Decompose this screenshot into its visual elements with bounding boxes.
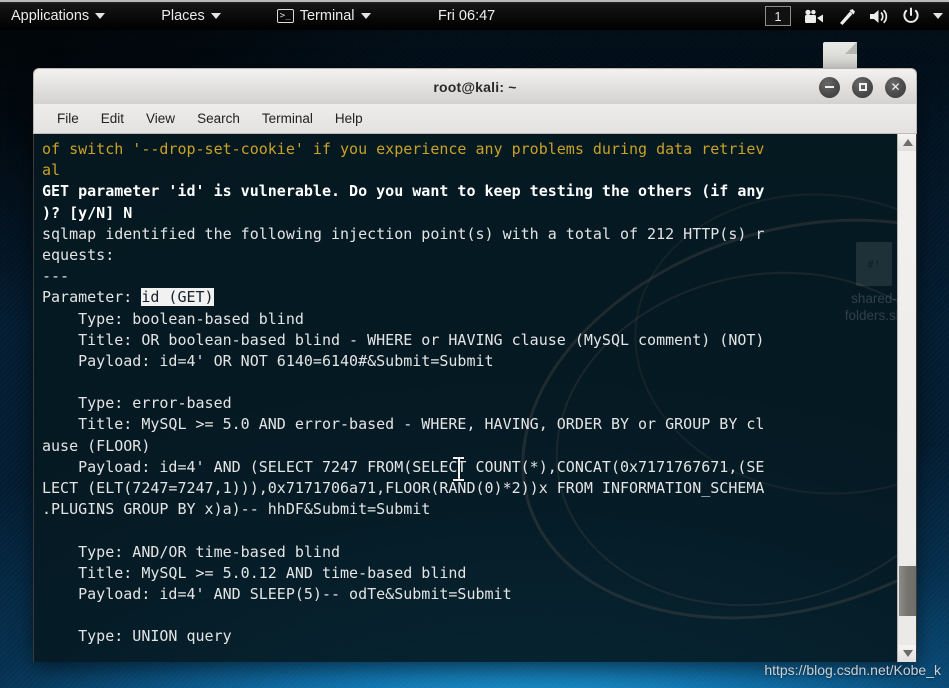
- terminal-line: Title: MySQL >= 5.0.12 AND time-based bl…: [42, 563, 916, 584]
- workspace-number: 1: [774, 8, 782, 24]
- terminal-span: Type: UNION query: [42, 627, 232, 646]
- terminal-line: Payload: id=4' AND (SELECT 7247 FROM(SEL…: [42, 457, 916, 478]
- terminal-span: .PLUGINS GROUP BY x)a)-- hhDF&Submit=Sub…: [42, 500, 431, 519]
- terminal-span: Title: MySQL >= 5.0.12 AND time-based bl…: [42, 563, 467, 582]
- terminal-line: Payload: id=4' OR NOT 6140=6140#&Submit=…: [42, 351, 916, 372]
- power-icon[interactable]: [902, 7, 920, 25]
- terminal-label: Terminal: [299, 8, 355, 24]
- highlighted-parameter: id (GET): [141, 288, 214, 307]
- terminal-span: Type: error-based: [42, 394, 232, 413]
- terminal-span: sqlmap identified the following injectio…: [42, 224, 765, 243]
- chevron-down-icon[interactable]: [933, 13, 943, 19]
- menu-edit[interactable]: Edit: [90, 108, 135, 129]
- terminal-line: Payload: id=4' AND SLEEP(5)-- odTe&Submi…: [42, 584, 916, 605]
- terminal-span: LECT (ELT(7247=7247,1))),0x7171706a71,FL…: [42, 479, 765, 497]
- terminal-line: Type: error-based: [42, 393, 916, 414]
- terminal-line: of switch '--drop-set-cookie' if you exp…: [42, 139, 916, 160]
- chevron-down-icon: [95, 13, 106, 19]
- terminal-span: Payload: id=4' AND SLEEP(5)-- odTe&Submi…: [42, 584, 512, 603]
- terminal-line: equests:: [42, 245, 916, 266]
- terminal-window: root@kali: ~ ✕ File Edit View Search Ter…: [33, 68, 917, 662]
- menu-applications[interactable]: Applications: [0, 2, 116, 30]
- terminal-line: al: [42, 160, 916, 181]
- terminal-span: Type: boolean-based blind: [42, 309, 304, 328]
- network-icon[interactable]: [837, 7, 856, 26]
- menu-terminal[interactable]: >_ Terminal: [266, 2, 382, 30]
- terminal-icon: >_: [276, 9, 294, 23]
- window-titlebar[interactable]: root@kali: ~ ✕: [33, 68, 917, 104]
- terminal-line: GET parameter 'id' is vulnerable. Do you…: [42, 181, 916, 202]
- terminal-span: al: [42, 161, 61, 180]
- terminal-line: ause (FLOOR): [42, 436, 916, 457]
- terminal-line: Type: boolean-based blind: [42, 309, 916, 330]
- top-panel: Applications Places >_ Terminal Fri 06:4…: [0, 0, 949, 30]
- terminal-line: ---: [42, 266, 916, 287]
- window-menubar: File Edit View Search Terminal Help: [33, 104, 917, 134]
- terminal-line: Type: AND/OR time-based blind: [42, 542, 916, 563]
- chevron-down-icon: [360, 13, 371, 19]
- scroll-down-arrow-icon[interactable]: [898, 645, 916, 662]
- terminal-line: Parameter: id (GET): [42, 287, 916, 308]
- minimize-icon[interactable]: [819, 76, 840, 98]
- terminal-span: Payload: id=4' OR NOT 6140=6140#&Submit=…: [42, 351, 494, 370]
- terminal-line: Title: OR boolean-based blind - WHERE or…: [42, 330, 916, 351]
- terminal-line: sqlmap identified the following injectio…: [42, 224, 916, 245]
- menu-view[interactable]: View: [135, 108, 186, 129]
- terminal-span: )? [y/N] N: [42, 203, 133, 222]
- menu-help[interactable]: Help: [324, 108, 374, 129]
- scroll-up-arrow-icon[interactable]: [898, 134, 916, 151]
- workspace-switcher[interactable]: 1: [765, 6, 791, 26]
- terminal-line: )? [y/N] N: [42, 203, 916, 224]
- window-controls: ✕: [819, 69, 906, 105]
- terminal-line: LECT (ELT(7247=7247,1))),0x7171706a71,FL…: [42, 478, 916, 499]
- video-camera-icon[interactable]: [804, 9, 824, 24]
- terminal-span: of switch '--drop-set-cookie' if you exp…: [42, 140, 765, 158]
- close-icon[interactable]: ✕: [885, 76, 906, 98]
- terminal-output-area[interactable]: #! shared- folders.sh of switch '--drop-…: [33, 134, 917, 662]
- volume-icon[interactable]: [869, 8, 889, 25]
- terminal-line: .PLUGINS GROUP BY x)a)-- hhDF&Submit=Sub…: [42, 499, 916, 520]
- places-label: Places: [161, 8, 205, 24]
- terminal-span: Title: OR boolean-based blind - WHERE or…: [42, 330, 765, 349]
- terminal-span: GET parameter 'id' is vulnerable. Do you…: [42, 182, 765, 201]
- terminal-span: Parameter:: [42, 288, 142, 307]
- terminal-text: of switch '--drop-set-cookie' if you exp…: [34, 134, 916, 648]
- terminal-line: Type: UNION query: [42, 626, 916, 647]
- terminal-line: Title: MySQL >= 5.0 AND error-based - WH…: [42, 414, 916, 435]
- maximize-icon[interactable]: [852, 76, 873, 98]
- menu-file[interactable]: File: [46, 108, 90, 129]
- applications-label: Applications: [11, 8, 90, 24]
- scrollbar-thumb[interactable]: [899, 566, 916, 616]
- clock[interactable]: Fri 06:47: [438, 2, 495, 30]
- menu-places[interactable]: Places: [150, 2, 232, 30]
- panel-tray: 1: [765, 2, 943, 30]
- terminal-span: Title: MySQL >= 5.0 AND error-based - WH…: [42, 415, 765, 434]
- terminal-span: ause (FLOOR): [42, 436, 151, 455]
- chevron-down-icon: [210, 13, 221, 19]
- terminal-span: equests:: [42, 245, 115, 264]
- window-title: root@kali: ~: [433, 78, 517, 95]
- terminal-span: Payload: id=4' AND (SELECT 7247 FROM(SEL…: [42, 457, 765, 476]
- terminal-span: Type: AND/OR time-based blind: [42, 542, 341, 561]
- menu-terminal[interactable]: Terminal: [251, 108, 324, 129]
- terminal-span: ---: [42, 267, 70, 286]
- terminal-scrollbar[interactable]: [897, 134, 916, 662]
- menu-search[interactable]: Search: [186, 108, 251, 129]
- watermark: https://blog.csdn.net/Kobe_k: [764, 662, 941, 678]
